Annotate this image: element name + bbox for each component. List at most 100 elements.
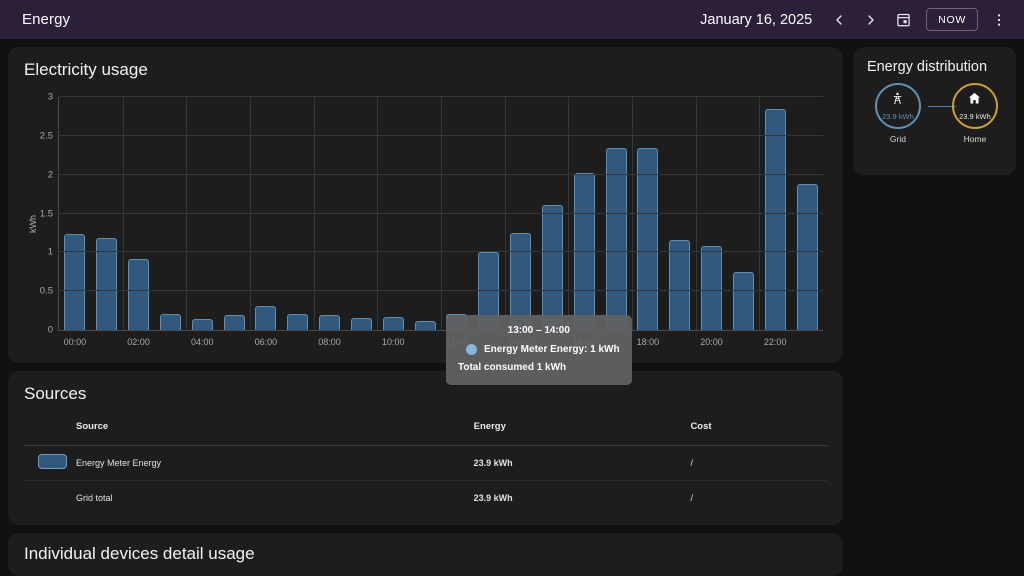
energy-distribution-title: Energy distribution [853,47,1016,75]
chart-bar[interactable] [797,184,818,330]
x-axis-tick-label: 10:00 [382,337,405,347]
grid-node-value: 23.9 kWh [882,112,914,121]
now-button[interactable]: NOW [926,8,978,31]
home-node-circle[interactable]: 23.9 kWh [952,83,998,129]
source-name-label: Grid total [76,493,113,503]
selected-date-label: January 16, 2025 [700,12,812,28]
chart-bar[interactable] [160,314,181,330]
sources-table: Source Energy Cost Energy Meter Energy 23… [24,409,827,515]
column-header-source: Source [24,409,474,446]
chart-bar[interactable] [351,318,372,330]
chart-bar[interactable] [669,240,690,330]
distribution-node-home[interactable]: 23.9 kWh Home [952,83,998,144]
chart-gridline-vertical [123,97,124,330]
chart-gridline-vertical [441,97,442,330]
transmission-tower-icon [890,91,905,111]
x-axis-tick-label: 08:00 [318,337,341,347]
main-column: Electricity usage kWh 00.511.522.5300:00… [8,47,843,576]
calendar-icon [896,12,911,27]
chart-bar[interactable] [733,272,754,330]
chart-gridline-vertical [632,97,633,330]
chart-bar[interactable] [478,252,499,330]
chart-bar[interactable] [542,205,563,330]
sources-card: Sources Source Energy Cost Energy Meter … [8,371,843,524]
cell-cost: / [690,446,827,481]
chart-bar[interactable] [64,234,85,330]
chart-gridline-vertical [568,97,569,330]
chart-plot-area[interactable]: 00.511.522.5300:0002:0004:0006:0008:0010… [58,97,823,331]
cell-energy: 23.9 kWh [474,481,691,516]
electricity-usage-title: Electricity usage [8,47,843,85]
cell-source: Energy Meter Energy [24,446,474,481]
x-axis-tick-label: 00:00 [64,337,87,347]
chart-bar[interactable] [510,233,531,330]
chart-gridline-vertical [505,97,506,330]
y-axis-tick-label: 1 [48,247,53,258]
x-axis-tick-label: 20:00 [700,337,723,347]
x-axis-tick-label: 18:00 [637,337,660,347]
tooltip-series-label: Energy Meter Energy: 1 kWh [484,342,620,358]
sources-table-body: Energy Meter Energy 23.9 kWh/ Grid total 23… [24,446,827,516]
chart-bar[interactable] [415,321,436,330]
x-axis-tick-label: 14:00 [509,337,532,347]
y-axis-tick-label: 1.5 [40,208,53,219]
cell-energy: 23.9 kWh [474,446,691,481]
chart-bar[interactable] [224,315,245,330]
previous-period-button[interactable] [824,5,854,35]
dashboard-body: Electricity usage kWh 00.511.522.5300:00… [0,39,1024,576]
x-axis-tick-label: 22:00 [764,337,787,347]
chart-gridline-vertical [250,97,251,330]
grid-node-label: Grid [875,134,921,144]
x-axis-tick-label: 06:00 [255,337,278,347]
electricity-usage-card: Electricity usage kWh 00.511.522.5300:00… [8,47,843,363]
chart-bar[interactable] [255,306,276,330]
energy-distribution-card: Energy distribution 23.9 kWh Grid [853,47,1016,175]
y-axis-tick-label: 0 [48,325,53,336]
sources-title: Sources [8,371,843,409]
header-controls: January 16, 2025 NOW [700,5,1014,35]
x-axis-tick-label: 04:00 [191,337,214,347]
x-axis-tick-label: 12:00 [446,337,469,347]
sources-table-header-row: Source Energy Cost [24,409,827,446]
chevron-right-icon [863,12,879,28]
individual-devices-title: Individual devices detail usage [8,533,843,569]
chart-bar[interactable] [606,148,627,330]
overflow-menu-button[interactable] [984,5,1014,35]
chart-gridline-vertical [696,97,697,330]
y-axis-tick-label: 3 [48,92,53,103]
chart-bar[interactable] [287,314,308,330]
calendar-picker-button[interactable] [888,5,918,35]
column-header-cost: Cost [690,409,827,446]
chart-bar[interactable] [192,319,213,330]
chart-bar[interactable] [637,148,658,330]
y-axis-label: kWh [28,215,38,233]
chart-bar[interactable] [446,314,467,330]
chart-bar[interactable] [128,259,149,330]
cell-cost: / [690,481,827,516]
chart-bar[interactable] [319,315,340,330]
y-axis-tick-label: 0.5 [40,286,53,297]
source-name-label: Energy Meter Energy [76,458,161,468]
column-header-energy: Energy [474,409,691,446]
table-row[interactable]: Energy Meter Energy 23.9 kWh/ [24,446,827,481]
app-header: Energy January 16, 2025 NOW [0,0,1024,39]
chevron-left-icon [831,12,847,28]
home-icon [967,91,982,111]
home-node-label: Home [952,134,998,144]
next-period-button[interactable] [856,5,886,35]
electricity-usage-chart[interactable]: kWh 00.511.522.5300:0002:0004:0006:0008:… [16,89,835,359]
chart-bar[interactable] [765,109,786,330]
chart-gridline-vertical [314,97,315,330]
chart-bar[interactable] [701,246,722,330]
side-column: Energy distribution 23.9 kWh Grid [853,47,1016,576]
distribution-node-grid[interactable]: 23.9 kWh Grid [875,83,921,144]
chart-bar[interactable] [383,317,404,330]
energy-distribution-graph: 23.9 kWh Grid 23.9 kWh Home [853,83,1016,161]
chart-gridline-vertical [377,97,378,330]
table-row[interactable]: Grid total 23.9 kWh/ [24,481,827,516]
more-vertical-icon [991,12,1007,28]
chart-gridline-vertical [759,97,760,330]
source-color-swatch [38,454,67,469]
x-axis-tick-label: 02:00 [127,337,150,347]
grid-node-circle[interactable]: 23.9 kWh [875,83,921,129]
